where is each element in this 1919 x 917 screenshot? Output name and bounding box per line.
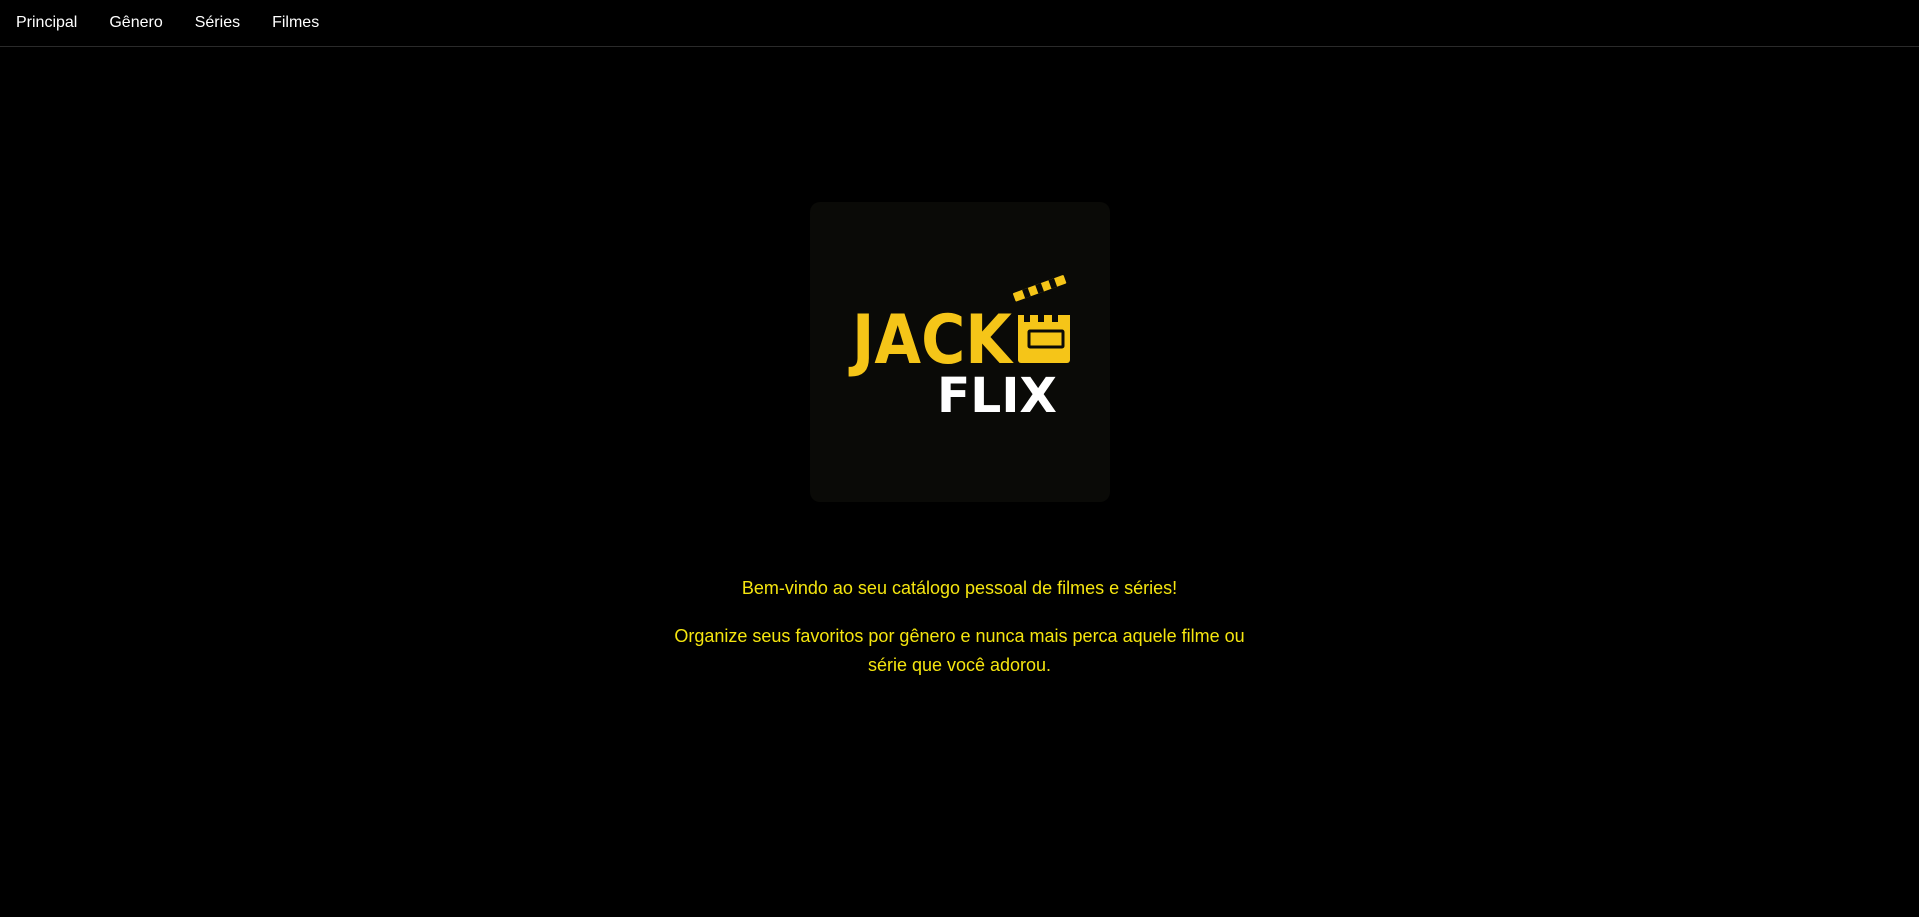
nav-link-filmes[interactable]: Filmes — [272, 13, 319, 33]
clapperboard-icon — [1012, 275, 1070, 363]
nav-link-genero[interactable]: Gênero — [109, 13, 162, 33]
top-navigation: Principal Gênero Séries Filmes — [0, 0, 1919, 47]
nav-link-principal[interactable]: Principal — [16, 13, 77, 33]
nav-link-series[interactable]: Séries — [195, 13, 240, 33]
logo-card: JACK FLIX — [810, 202, 1110, 502]
logo-word-bottom: FLIX — [937, 368, 1057, 424]
description-message: Organize seus favoritos por gênero e nun… — [674, 626, 1245, 675]
jackflix-logo: JACK FLIX — [848, 275, 1070, 424]
welcome-message: Bem-vindo ao seu catálogo pessoal de fil… — [741, 578, 1178, 598]
